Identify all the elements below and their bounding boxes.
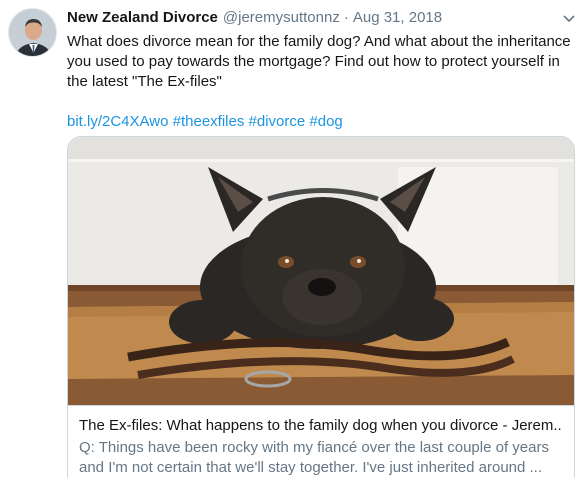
separator-dot: · bbox=[343, 9, 349, 26]
card-title[interactable]: The Ex-files: What happens to the family… bbox=[79, 416, 563, 436]
hashtag-link[interactable]: #divorce bbox=[249, 113, 306, 130]
tweet-header: New Zealand Divorce @jeremysuttonnz · Au… bbox=[67, 9, 575, 28]
card-text: The Ex-files: What happens to the family… bbox=[68, 405, 574, 478]
short-link[interactable]: bit.ly/2C4XAwo bbox=[67, 113, 168, 130]
user-handle[interactable]: @jeremysuttonnz bbox=[223, 9, 340, 26]
tweet-text-line: the latest "The Ex-files" bbox=[67, 73, 222, 90]
tweet-links: bit.ly/2C4XAwo #theexfiles #divorce #dog bbox=[67, 112, 575, 132]
tweet: New Zealand Divorce @jeremysuttonnz · Au… bbox=[0, 0, 585, 478]
tweet-text-line: What does divorce mean for the family do… bbox=[67, 33, 571, 50]
chevron-down-icon[interactable] bbox=[559, 9, 579, 29]
link-preview-card[interactable]: The Ex-files: What happens to the family… bbox=[67, 136, 575, 478]
hashtag-link[interactable]: #dog bbox=[309, 113, 342, 130]
display-name[interactable]: New Zealand Divorce bbox=[67, 9, 218, 26]
hashtag-link[interactable]: #theexfiles bbox=[173, 113, 245, 130]
tweet-body: New Zealand Divorce @jeremysuttonnz · Au… bbox=[67, 9, 575, 132]
card-description: Q: Things have been rocky with my fiancé… bbox=[79, 438, 563, 478]
card-image-dog[interactable] bbox=[68, 137, 574, 405]
tweet-timestamp[interactable]: Aug 31, 2018 bbox=[353, 9, 442, 26]
tweet-text: What does divorce mean for the family do… bbox=[67, 32, 575, 92]
avatar[interactable] bbox=[8, 8, 57, 57]
card-description-line: Q: Things have been rocky with my fiancé… bbox=[79, 439, 549, 456]
tweet-text-line: you used to pay towards the mortgage? Fi… bbox=[67, 53, 560, 70]
card-description-line: and I'm not certain that we'll stay toge… bbox=[79, 459, 543, 476]
